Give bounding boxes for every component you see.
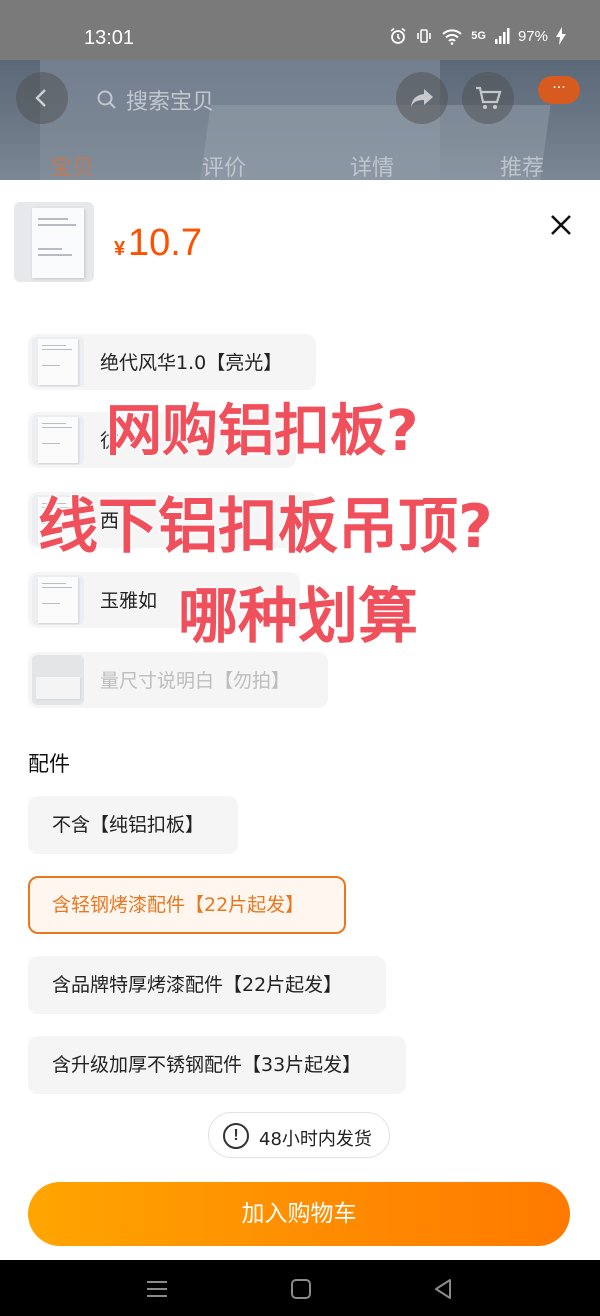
status-time: 13:01 (84, 27, 135, 49)
menu-icon (147, 1281, 167, 1297)
alarm-icon (390, 27, 406, 44)
spec-label: 量尺寸说明白【勿拍】 (100, 670, 291, 692)
chevron-left-icon (35, 89, 46, 107)
close-icon (551, 215, 571, 235)
shipping-text: 48小时内发货 (259, 1129, 372, 1150)
search-placeholder: 搜索宝贝 (126, 90, 215, 115)
accessory-option[interactable]: 不含【纯铝扣板】 (28, 796, 238, 854)
home-button[interactable] (286, 1274, 316, 1304)
accessory-option-selected[interactable]: 含轻钢烤漆配件【22片起发】 (28, 876, 346, 934)
wifi-icon (442, 29, 462, 45)
cart-icon (476, 86, 502, 109)
share-icon (411, 89, 433, 107)
close-button[interactable] (546, 210, 576, 240)
status-icons: 5G 97% (389, 27, 566, 45)
product-thumbnail-image (32, 208, 84, 278)
spec-thumbnail (32, 575, 84, 625)
spec-thumbnail (32, 415, 84, 465)
tab-item[interactable]: 宝贝 (50, 150, 94, 180)
exclamation-icon: ! (223, 1123, 249, 1149)
back-icon (435, 1279, 451, 1299)
add-to-cart-button[interactable]: 加入购物车 (28, 1182, 570, 1246)
overlay-headline-1: 网购铝扣板? (105, 398, 419, 465)
recent-apps-button[interactable] (142, 1274, 172, 1304)
signal-icon (494, 28, 510, 44)
product-thumbnail[interactable] (14, 202, 94, 282)
overlay-headline-3: 哪种划算 (177, 581, 419, 653)
accessories-title: 配件 (28, 752, 70, 776)
home-icon (291, 1279, 311, 1299)
spec-thumbnail (32, 337, 84, 387)
spec-label: 玉雅如 (100, 590, 158, 612)
status-bar: 13:01 5G 97% (0, 0, 600, 60)
charging-icon (556, 27, 566, 45)
network-type: 5G (471, 30, 486, 42)
vibrate-icon (417, 29, 432, 43)
system-nav-bar (0, 1260, 600, 1316)
search-icon (97, 90, 116, 109)
cart-button[interactable] (462, 72, 514, 124)
accessory-option[interactable]: 含升级加厚不锈钢配件【33片起发】 (28, 1036, 406, 1094)
tab-reviews[interactable]: 评价 (202, 150, 246, 180)
price-currency: ¥ (114, 238, 126, 260)
spec-thumbnail (32, 655, 84, 705)
accessory-option[interactable]: 含品牌特厚烤漆配件【22片起发】 (28, 956, 386, 1014)
back-button[interactable] (16, 72, 68, 124)
price-value: 10.7 (128, 222, 202, 264)
tab-details[interactable]: 详情 (350, 150, 394, 180)
overlay-headline-2: 线下铝扣板吊顶? (37, 491, 494, 563)
search-field[interactable]: 搜索宝贝 (96, 84, 214, 116)
spec-label: 绝代风华1.0【亮光】 (100, 352, 283, 374)
shipping-notice: ! 48小时内发货 (208, 1112, 390, 1158)
spec-option[interactable]: 绝代风华1.0【亮光】 (28, 334, 316, 390)
more-menu-button[interactable]: ··· (538, 76, 580, 104)
nav-back-button[interactable] (428, 1274, 458, 1304)
share-button[interactable] (396, 72, 448, 124)
tab-recommend[interactable]: 推荐 (500, 150, 544, 180)
background-product-page: 搜索宝贝 ··· 宝贝 评价 详情 推荐 (0, 60, 600, 180)
battery-level: 97% (517, 27, 548, 45)
spec-option-disabled: 量尺寸说明白【勿拍】 (28, 652, 328, 708)
